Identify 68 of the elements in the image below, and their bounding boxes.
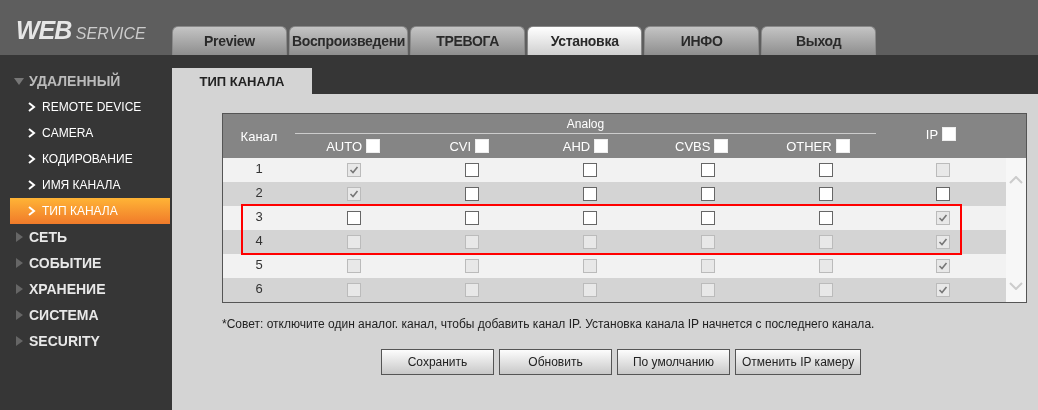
checkbox[interactable] [583,211,597,225]
action-button[interactable]: Сохранить [381,349,494,375]
sidebar-item[interactable]: REMOTE DEVICE [10,94,170,120]
checkbox[interactable] [819,163,833,177]
nav-tab[interactable]: ТРЕВОГА [410,26,526,55]
sidebar-group[interactable]: ХРАНЕНИЕ [0,276,172,302]
select-all-checkbox[interactable] [942,127,957,141]
checkbox[interactable] [936,187,950,201]
hint-text: *Совет: отключите один аналог. канал, чтобы добавить канал IP. Установка канала IP начнется с последнего канала. [222,317,876,331]
triangle-icon [14,336,24,346]
checkbox[interactable] [347,211,361,225]
checkbox[interactable] [465,187,479,201]
sidebar-item[interactable]: CAMERA [10,120,170,146]
checkbox[interactable] [819,211,833,225]
checkbox[interactable] [465,163,479,177]
sidebar-group[interactable]: СОБЫТИЕ [0,250,172,276]
table-cell-text: 2 [254,184,264,202]
sidebar-group[interactable]: SECURITY [0,328,172,354]
chevron-icon [28,128,36,138]
group-header: Analog [565,116,606,133]
table-cell-text: 1 [254,160,264,178]
checkbox[interactable] [465,211,479,225]
sidebar-group[interactable]: СЕТЬ [0,224,172,250]
action-button[interactable]: Отменить IP камеру [735,349,862,375]
checkbox[interactable] [583,187,597,201]
column-header: CVI [449,138,472,154]
select-all-checkbox[interactable] [835,139,850,153]
select-all-checkbox[interactable] [475,139,490,153]
nav-tab[interactable]: Установка [527,26,643,55]
chevron-icon [28,102,36,112]
triangle-icon [14,232,24,242]
checkbox[interactable] [819,187,833,201]
select-all-checkbox[interactable] [594,139,609,153]
sidebar-item[interactable]: КОДИРОВАНИЕ [10,146,170,172]
checkbox[interactable] [583,163,597,177]
table-cell-text: 5 [254,256,264,274]
select-all-checkbox[interactable] [714,139,729,153]
table-cell-text: 6 [254,280,264,298]
column-header: AHD [562,138,591,154]
select-all-checkbox[interactable] [366,139,381,153]
nav-tab[interactable]: ИНФО [644,26,760,55]
checkbox[interactable] [701,163,715,177]
nav-tab[interactable]: Preview [172,26,287,55]
table-cell-text: 4 [254,232,264,250]
checkbox[interactable] [701,211,715,225]
chevron-icon [28,154,36,164]
column-header: AUTO [326,138,363,154]
section-tab[interactable]: ТИП КАНАЛА [172,68,312,94]
triangle-icon [14,258,24,268]
sidebar-group[interactable]: УДАЛЕННЫЙ [0,68,172,94]
column-header: CVBS [675,138,711,154]
triangle-icon [14,76,24,86]
chevron-icon [28,206,36,216]
sidebar-group[interactable]: СИСТЕМА [0,302,172,328]
column-header: Канал [239,127,279,146]
action-button[interactable]: Обновить [499,349,612,375]
action-button[interactable]: По умолчанию [617,349,730,375]
table-cell-text: 3 [254,208,264,226]
column-header: OTHER [786,138,832,154]
chevron-icon [28,180,36,190]
nav-tab[interactable]: Воспроизведени [289,26,409,55]
logo: WEB SERVICE [15,16,147,46]
triangle-icon [14,284,24,294]
column-header: IP [925,126,939,142]
sidebar-item[interactable]: ИМЯ КАНАЛА [10,172,170,198]
nav-tab[interactable]: Выход [761,26,877,55]
triangle-icon [14,310,24,320]
checkbox[interactable] [701,187,715,201]
